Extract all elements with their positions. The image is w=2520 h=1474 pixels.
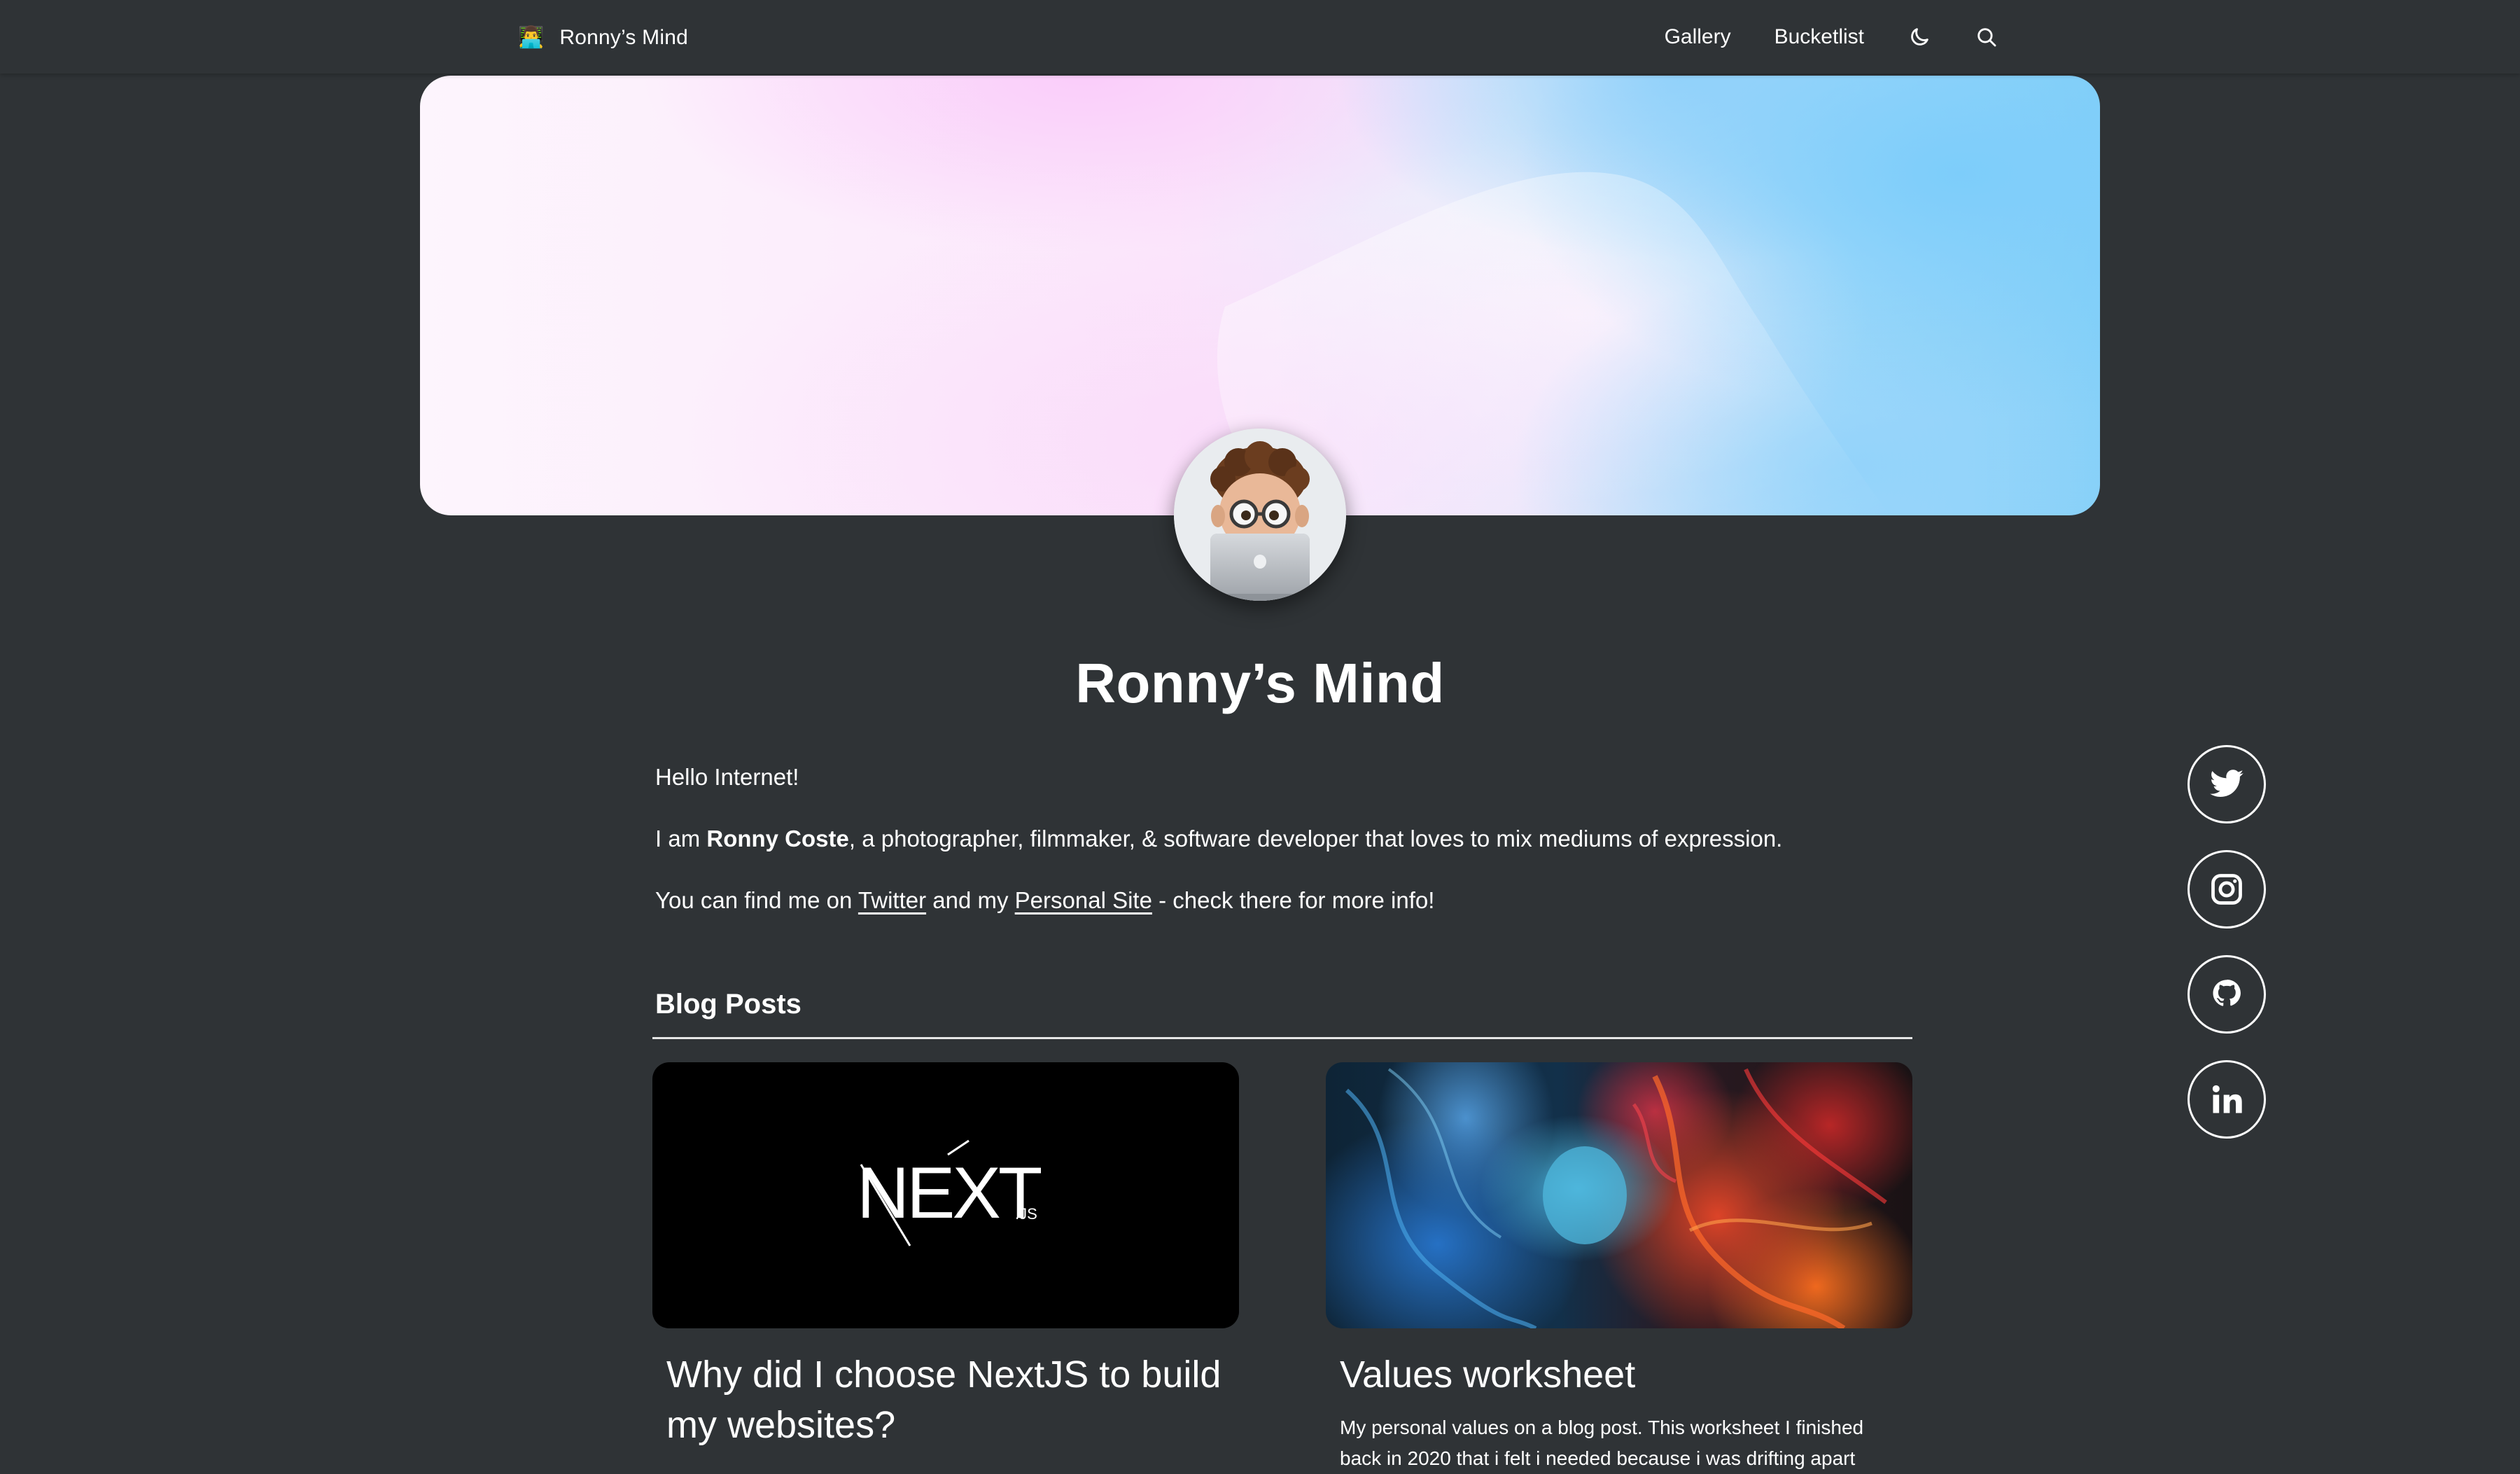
links-suffix: - check there for more info! [1152,887,1435,913]
blog-card-nextjs[interactable]: NEXT .JS Why did I choose NextJS to buil… [652,1062,1239,1450]
nextjs-logo-subtext: .JS [1015,1205,1037,1223]
linkedin-icon [2212,1085,2242,1113]
blog-card-excerpt: My personal values on a blog post. This … [1340,1417,1864,1469]
nav-links: Gallery Bucketlist [1665,21,1998,53]
nextjs-logo: NEXT .JS [857,1139,1044,1246]
blog-card-title[interactable]: Values worksheet [1340,1349,1912,1400]
github-button[interactable] [2188,955,2266,1034]
nav-link-bucketlist[interactable]: Bucketlist [1774,25,1864,49]
memoji-avatar-icon [1174,429,1346,601]
brand-label: Ronny’s Mind [559,26,688,49]
personal-site-link[interactable]: Personal Site [1015,887,1152,913]
bio-suffix: , a photographer, filmmaker, & software … [848,826,1783,851]
brand-home-link[interactable]: 👨‍💻 Ronny’s Mind [518,24,688,52]
moon-icon [1911,28,1928,46]
bio-prefix: I am [655,826,707,851]
twitter-icon [2210,770,2244,797]
ink-swirl-art [1345,1068,1887,1328]
blog-card-values[interactable]: Values worksheet My personal values on a… [1326,1062,1912,1474]
github-icon [2213,979,2241,1006]
links-mid: and my [926,887,1015,913]
search-button[interactable] [1975,25,1998,49]
intro-links: You can find me on Twitter and my Person… [655,885,1915,947]
intro-greeting: Hello Internet! [655,764,799,790]
page-title: Ronny’s Mind [1075,652,1445,714]
theme-toggle-button[interactable] [1907,25,1931,49]
blog-section-title: Blog Posts [655,989,802,1020]
bio-name: Ronny Coste [706,826,849,851]
intro-bio: I am Ronny Coste, a photographer, filmma… [655,823,1915,885]
brand-emoji: 👨‍💻 [518,26,545,49]
twitter-button[interactable] [2188,745,2266,823]
blog-card-image: NEXT .JS [652,1062,1239,1328]
links-prefix: You can find me on [655,887,858,913]
social-links [2188,745,2266,1165]
instagram-icon [2211,874,2242,905]
instagram-button[interactable] [2188,850,2266,929]
search-icon [1977,28,1996,47]
blog-card-title[interactable]: Why did I choose NextJS to build my webs… [666,1349,1239,1450]
section-divider [652,1037,1912,1039]
linkedin-button[interactable] [2188,1060,2266,1139]
nextjs-logo-text: NEXT [857,1153,1042,1234]
top-navbar: 👨‍💻 Ronny’s Mind Gallery Bucketlist [0,0,2520,74]
intro-text: Hello Internet! I am Ronny Coste, a phot… [655,762,1915,947]
twitter-link[interactable]: Twitter [858,887,926,913]
nav-link-gallery[interactable]: Gallery [1665,25,1731,49]
blog-card-image [1326,1062,1912,1328]
avatar [1174,429,1346,601]
